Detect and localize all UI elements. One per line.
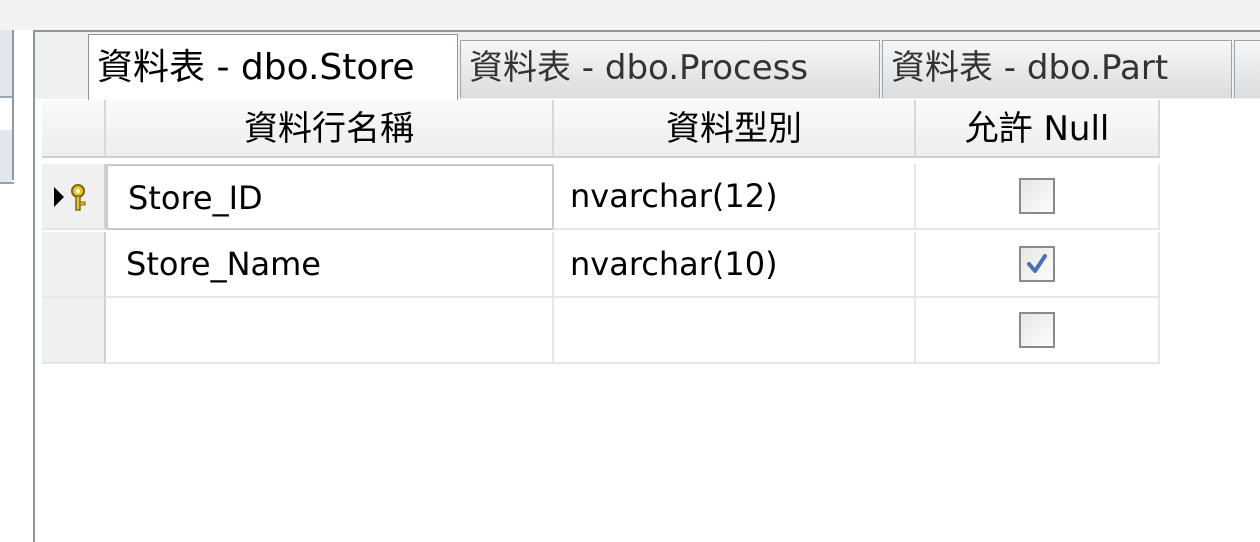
tab-dbo-store[interactable]: 資料表 - dbo.Store bbox=[88, 34, 458, 100]
panel-divider bbox=[0, 96, 12, 98]
panel-divider bbox=[0, 182, 14, 184]
grid-header: 資料行名稱 資料型別 允許 Null bbox=[42, 100, 1160, 158]
column-name-cell[interactable] bbox=[106, 298, 554, 364]
table-designer-window: 資料表 - dbo.Store 資料表 - dbo.Process 資料表 - … bbox=[0, 0, 1260, 542]
table-row[interactable] bbox=[42, 298, 1160, 364]
row-selector[interactable] bbox=[42, 298, 106, 364]
row-selector[interactable] bbox=[42, 232, 106, 298]
explorer-block bbox=[0, 130, 12, 182]
explorer-selection-block bbox=[0, 30, 12, 96]
data-type-cell[interactable] bbox=[554, 298, 916, 364]
object-explorer-panel bbox=[0, 30, 33, 542]
allow-null-checkbox[interactable] bbox=[1019, 312, 1055, 348]
toolbar-strip bbox=[0, 0, 1260, 30]
row-selector[interactable] bbox=[42, 164, 106, 230]
tab-label: 資料表 - dbo.Part bbox=[891, 48, 1169, 88]
data-type-cell[interactable]: nvarchar(12) bbox=[554, 164, 916, 230]
panel-divider bbox=[12, 30, 14, 180]
data-type-cell[interactable]: nvarchar(10) bbox=[554, 232, 916, 298]
arrow-key-icon bbox=[54, 184, 86, 211]
allow-null-cell bbox=[916, 298, 1160, 364]
row-selector-header[interactable] bbox=[42, 100, 106, 158]
column-name-cell[interactable]: Store_ID bbox=[106, 164, 554, 230]
data-type-header[interactable]: 資料型別 bbox=[554, 100, 916, 158]
allow-null-cell bbox=[916, 164, 1160, 230]
checkmark-icon bbox=[1027, 254, 1047, 273]
tab-label: 資料表 - dbo.Store bbox=[97, 47, 415, 88]
column-name-cell[interactable]: Store_Name bbox=[106, 232, 554, 298]
allow-null-header[interactable]: 允許 Null bbox=[916, 100, 1160, 158]
tab-dbo-process[interactable]: 資料表 - dbo.Process bbox=[460, 40, 880, 98]
table-row[interactable]: Store_Name nvarchar(10) bbox=[42, 232, 1160, 298]
column-name-header[interactable]: 資料行名稱 bbox=[106, 100, 554, 158]
tab-label: 資料表 - dbo.Process bbox=[469, 48, 809, 88]
tab-dbo-part[interactable]: 資料表 - dbo.Part bbox=[882, 40, 1232, 98]
allow-null-checkbox[interactable] bbox=[1019, 178, 1055, 214]
table-row[interactable]: Store_ID nvarchar(12) bbox=[42, 164, 1160, 230]
allow-null-checkbox[interactable] bbox=[1019, 246, 1055, 282]
tab-overflow-edge[interactable] bbox=[1234, 40, 1260, 98]
allow-null-cell bbox=[916, 232, 1160, 298]
